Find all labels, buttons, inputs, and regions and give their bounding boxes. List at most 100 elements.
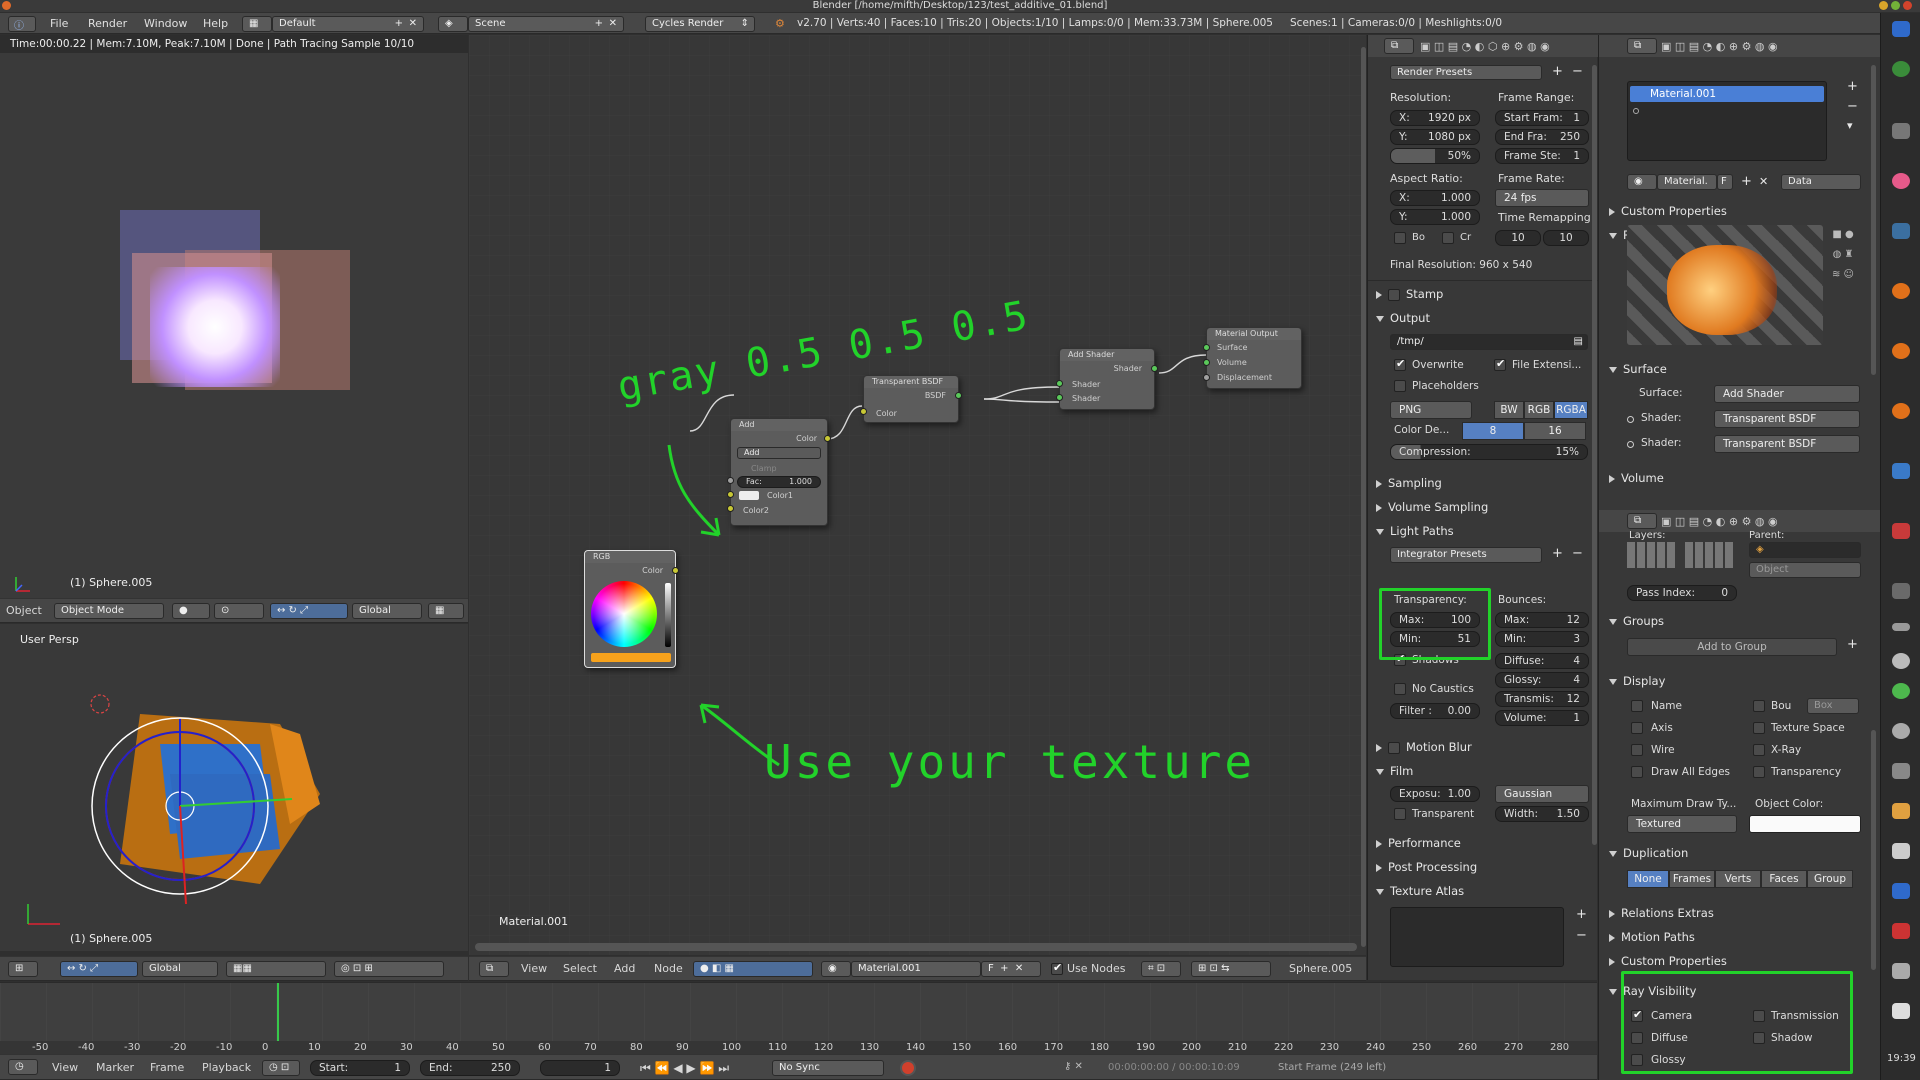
- draw-all-edges-checkbox[interactable]: [1631, 766, 1643, 778]
- surface-panel-header[interactable]: Surface: [1609, 362, 1667, 376]
- dup-none-tab[interactable]: None: [1627, 870, 1669, 888]
- bounds-type-select[interactable]: Box: [1807, 698, 1859, 714]
- blender-task-icon-3[interactable]: [1892, 403, 1910, 419]
- menu-help[interactable]: Help: [203, 17, 228, 30]
- pass-index[interactable]: Pass Index: 0: [1627, 585, 1737, 601]
- node-add-shader-in1-socket[interactable]: [1056, 380, 1063, 387]
- display-axis-checkbox[interactable]: [1631, 722, 1643, 734]
- app-icon-2[interactable]: [1892, 123, 1910, 139]
- network-icon[interactable]: [1892, 723, 1910, 739]
- material-custom-props-header[interactable]: Custom Properties: [1609, 204, 1727, 218]
- material-browse-button[interactable]: ◉: [1627, 174, 1657, 190]
- tray-icon-1[interactable]: [1892, 583, 1910, 599]
- motion-blur-panel-header[interactable]: Motion Blur: [1376, 740, 1472, 754]
- props-editor-type-icon[interactable]: ⧉: [1384, 38, 1414, 54]
- frame-step[interactable]: Frame Ste: 1: [1495, 148, 1589, 164]
- xray-checkbox[interactable]: [1753, 744, 1765, 756]
- remove-integrator-preset-icon[interactable]: −: [1572, 546, 1583, 561]
- dup-frames-tab[interactable]: Frames: [1669, 870, 1715, 888]
- view3d-snap-tools[interactable]: ◎ ⊡ ⊞: [334, 961, 444, 977]
- slot-specials-icon[interactable]: ▾: [1847, 119, 1853, 132]
- overwrite-checkbox[interactable]: [1394, 357, 1406, 371]
- resolution-y[interactable]: Y: 1080 px: [1390, 129, 1480, 145]
- view3d-orientation-select[interactable]: Global: [142, 961, 218, 977]
- aspect-x[interactable]: X: 1.000: [1390, 190, 1480, 206]
- end-frame[interactable]: End Fra: 250: [1495, 129, 1589, 145]
- app-icon-6[interactable]: [1892, 523, 1910, 539]
- view3d-manipulator-toggles[interactable]: ↔ ↻ ⤢: [60, 961, 138, 977]
- shading-select[interactable]: ●: [172, 603, 210, 619]
- material-fake-button[interactable]: F: [1717, 174, 1733, 190]
- mode-select[interactable]: Object Mode: [54, 603, 164, 619]
- compression-slider[interactable]: Compression: 15%: [1390, 444, 1588, 460]
- node-rgb-swatch[interactable]: [591, 653, 671, 662]
- timeline-menu-playback[interactable]: Playback: [202, 1061, 251, 1074]
- node-snap-toggles[interactable]: ⊞ ⊡ ⇆: [1191, 961, 1271, 977]
- no-caustics-checkbox[interactable]: [1394, 683, 1406, 695]
- auto-keyframe-icon[interactable]: [900, 1060, 916, 1076]
- texture-space-checkbox[interactable]: [1753, 722, 1765, 734]
- output-path-field[interactable]: /tmp/▤: [1390, 334, 1588, 350]
- integrator-presets-select[interactable]: Integrator Presets: [1390, 547, 1542, 563]
- add-slot-icon[interactable]: +: [1847, 79, 1858, 94]
- color-mode-tabs[interactable]: BW RGB RGBA: [1494, 401, 1588, 419]
- filter-type-select[interactable]: Gaussian: [1495, 785, 1589, 803]
- app-icon-4[interactable]: [1892, 223, 1910, 239]
- resolution-percentage[interactable]: 50%: [1390, 148, 1480, 164]
- timeline-menu-frame[interactable]: Frame: [150, 1061, 184, 1074]
- film-transparent-checkbox[interactable]: [1394, 808, 1406, 820]
- parent-type-select[interactable]: Object: [1749, 562, 1861, 578]
- atlas-add-icon[interactable]: +: [1576, 907, 1587, 922]
- resolution-x[interactable]: X: 1920 px: [1390, 110, 1480, 126]
- time-remap-old[interactable]: 10: [1495, 230, 1541, 246]
- output-panel-header[interactable]: Output: [1376, 311, 1430, 325]
- clipboard-icon[interactable]: [1892, 1003, 1910, 1019]
- material-link-select[interactable]: Data: [1781, 174, 1861, 190]
- node-rgb-out-socket[interactable]: [672, 567, 679, 574]
- placeholders-checkbox[interactable]: [1394, 380, 1406, 392]
- timeline-menu-marker[interactable]: Marker: [96, 1061, 134, 1074]
- stamp-panel-header[interactable]: Stamp: [1376, 287, 1443, 301]
- transmission-bounces[interactable]: Transmis: 12: [1495, 691, 1589, 707]
- minimize-icon[interactable]: [1879, 1, 1888, 10]
- blender-task-icon-1[interactable]: [1892, 283, 1910, 299]
- timeline-current-frame[interactable]: 1: [540, 1060, 620, 1076]
- sampling-panel-header[interactable]: Sampling: [1376, 476, 1442, 490]
- render-viewport[interactable]: Time:00:00.22 | Mem:7.10M, Peak:7.10M | …: [0, 35, 468, 609]
- material-fake-user[interactable]: F + ✕: [981, 961, 1041, 977]
- rgb-tab[interactable]: RGB: [1524, 401, 1554, 419]
- node-add-color1-swatch[interactable]: [739, 491, 759, 500]
- use-nodes-checkbox[interactable]: [1051, 961, 1063, 975]
- node-output-surface-socket[interactable]: [1203, 344, 1210, 351]
- node-menu-view[interactable]: View: [521, 962, 547, 975]
- display-name-checkbox[interactable]: [1631, 700, 1643, 712]
- bounces-max[interactable]: Max: 12: [1495, 612, 1589, 628]
- material-props-scrollbar[interactable]: [1871, 65, 1876, 375]
- volume-sampling-panel-header[interactable]: Volume Sampling: [1376, 500, 1488, 514]
- object-layers-grid-a[interactable]: [1627, 542, 1677, 568]
- node-menu-select[interactable]: Select: [563, 962, 597, 975]
- depth-16-tab[interactable]: 16: [1524, 422, 1586, 440]
- app-icon-1[interactable]: [1892, 61, 1910, 77]
- relations-extras-panel-header[interactable]: Relations Extras: [1609, 906, 1714, 920]
- atlas-remove-icon[interactable]: −: [1576, 928, 1587, 943]
- glossy-bounces[interactable]: Glossy: 4: [1495, 672, 1589, 688]
- view3d-editor-icon[interactable]: ⊞: [8, 961, 38, 977]
- node-editor-type-icon[interactable]: ⧉: [479, 961, 509, 977]
- motion-paths-panel-header[interactable]: Motion Paths: [1609, 930, 1695, 944]
- material-unlink-icon[interactable]: ✕: [1759, 175, 1768, 188]
- close-icon[interactable]: [1903, 1, 1912, 10]
- render-presets-select[interactable]: Render Presets: [1390, 65, 1542, 80]
- node-add-fac-socket[interactable]: [727, 477, 734, 484]
- layers-grid[interactable]: ▦: [428, 603, 464, 619]
- dup-verts-tab[interactable]: Verts: [1715, 870, 1761, 888]
- editor-type-icon[interactable]: ⓘ: [8, 16, 36, 32]
- node-editor[interactable]: Add Color Add Clamp Fac: 1.000 Color1 Col…: [469, 35, 1366, 955]
- shader1-select[interactable]: Transparent BSDF: [1714, 410, 1860, 428]
- material-props-context-icons[interactable]: ▣ ◫ ▤ ◔ ◐ ⊕ ⚙ ◍ ◉: [1661, 40, 1778, 53]
- object-props-scrollbar[interactable]: [1871, 730, 1876, 970]
- node-output-displacement-socket[interactable]: [1203, 374, 1210, 381]
- object-props-context-icons[interactable]: ▣ ◫ ▤ ◔ ◐ ⊕ ⚙ ◍ ◉: [1661, 515, 1778, 528]
- surface-shader-select[interactable]: Add Shader: [1714, 385, 1860, 403]
- node-editor-vscrollbar[interactable]: [1361, 47, 1366, 947]
